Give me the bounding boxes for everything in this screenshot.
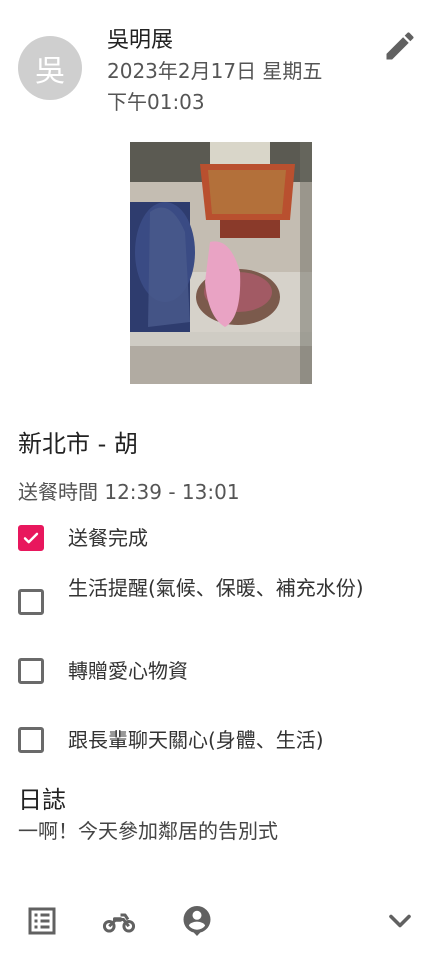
post-datetime: 2023年2月17日 星期五 下午01:03 <box>107 56 322 118</box>
log-title: 日誌 <box>18 786 66 814</box>
check-icon <box>23 532 39 544</box>
checkbox[interactable] <box>18 658 44 684</box>
expand-button[interactable] <box>382 903 418 939</box>
checklist-label: 生活提醒(氣候、保暖、補充水份) <box>68 576 364 600</box>
checklist-item-reminder[interactable]: 生活提醒(氣候、保暖、補充水份) <box>18 572 378 615</box>
chevron-down-icon <box>389 914 411 928</box>
person-pin-icon <box>183 906 211 936</box>
delivery-time: 送餐時間 12:39 - 13:01 <box>18 480 240 504</box>
checklist-item-delivered[interactable]: 送餐完成 <box>18 522 378 554</box>
motorcycle-icon <box>102 913 136 933</box>
edit-button[interactable] <box>382 28 418 64</box>
checkbox[interactable] <box>18 589 44 615</box>
checkbox-checked[interactable] <box>18 525 44 551</box>
location-title: 新北市 - 胡 <box>18 430 138 458</box>
author-name: 吳明展 <box>107 28 174 53</box>
delivery-photo[interactable] <box>130 142 312 384</box>
time-line: 下午01:03 <box>107 90 205 114</box>
delivery-button[interactable] <box>101 903 137 939</box>
photo-image <box>130 142 312 384</box>
redaction-mask <box>150 420 300 458</box>
checklist-label: 送餐完成 <box>68 526 148 550</box>
checklist-label: 跟長輩聊天關心(身體、生活) <box>68 728 324 752</box>
checklist-label: 轉贈愛心物資 <box>68 659 188 683</box>
date-line: 2023年2月17日 星期五 <box>107 59 323 83</box>
list-icon <box>28 907 56 935</box>
avatar: 吳 <box>18 36 82 100</box>
log-text: 一啊！今天參加鄰居的告別式 <box>18 819 278 843</box>
profile-button[interactable] <box>179 903 215 939</box>
checklist-item-donation[interactable]: 轉贈愛心物資 <box>18 655 378 687</box>
pencil-icon <box>386 32 414 60</box>
checkbox[interactable] <box>18 727 44 753</box>
checklist-item-chat[interactable]: 跟長輩聊天關心(身體、生活) <box>18 724 378 756</box>
list-button[interactable] <box>24 903 60 939</box>
